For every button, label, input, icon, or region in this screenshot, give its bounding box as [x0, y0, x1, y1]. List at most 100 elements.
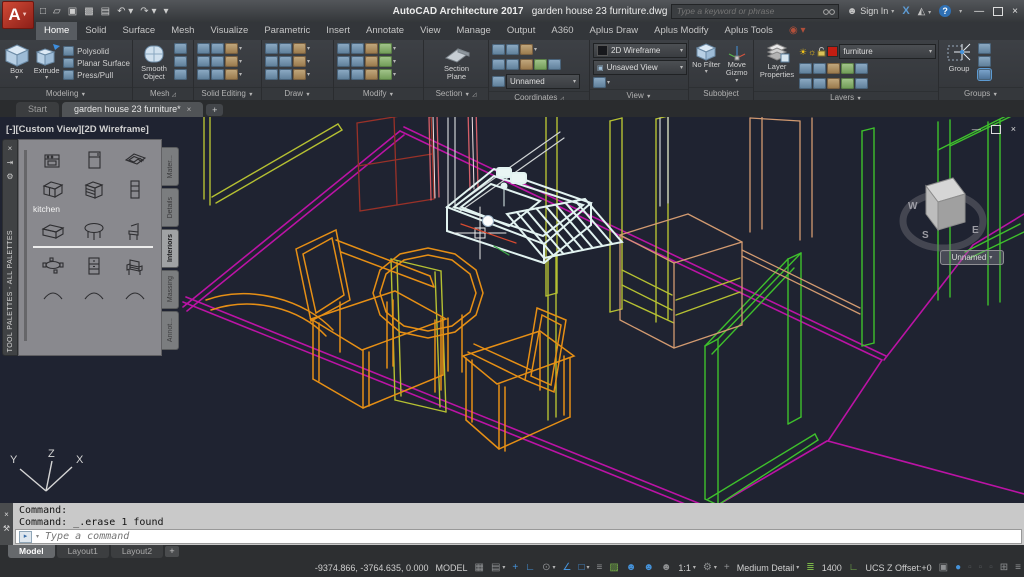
modify-tools-grid[interactable]: ▾ ▾ ▾: [337, 42, 396, 81]
save-icon[interactable]: ▣: [68, 6, 77, 17]
tool-icon[interactable]: [855, 63, 868, 74]
tool-icon[interactable]: [351, 56, 364, 67]
ribbon-tab-menu-icon[interactable]: ◉ ▾: [789, 22, 806, 40]
tool-icon[interactable]: [855, 78, 868, 89]
viewcube-cube[interactable]: [925, 177, 966, 232]
ribbon-tab-aplus-draw[interactable]: Aplus Draw: [582, 22, 647, 40]
coordinates-tools-row2[interactable]: [492, 58, 580, 71]
grid-display-icon[interactable]: ▦: [475, 562, 484, 574]
new-layout-button[interactable]: +: [165, 546, 180, 557]
ribbon-tab-mesh[interactable]: Mesh: [163, 22, 202, 40]
viewport-visual-style-control[interactable]: [2D Wireframe]: [81, 124, 149, 135]
ribbon-tab-surface[interactable]: Surface: [114, 22, 163, 40]
ribbon-tab-home[interactable]: Home: [36, 22, 78, 40]
tool-icon[interactable]: [492, 44, 505, 55]
isometric-drafting-icon[interactable]: ∠: [562, 562, 571, 574]
tool-icon[interactable]: [799, 78, 812, 89]
viewcube-south-label[interactable]: S: [922, 230, 929, 241]
tool-icon[interactable]: [379, 69, 392, 80]
arc-shape[interactable]: [205, 293, 334, 337]
tool-icon[interactable]: [365, 43, 378, 54]
layer-stack-icon[interactable]: ≣: [806, 562, 814, 574]
disabled-icon-2[interactable]: ▫: [979, 562, 983, 574]
ucs-offset-readout[interactable]: UCS Z Offset:+0: [866, 563, 932, 573]
file-tab-drawing[interactable]: garden house 23 furniture* ×: [62, 102, 204, 117]
draw-tools-grid[interactable]: ▾ ▾ ▾: [265, 42, 310, 81]
tool-icon[interactable]: [337, 43, 350, 54]
tool-icon[interactable]: [351, 43, 364, 54]
command-input[interactable]: [43, 530, 1021, 543]
ribbon-tab-annotate[interactable]: Annotate: [358, 22, 412, 40]
panel-label-layers[interactable]: Layers ▼: [754, 91, 938, 100]
palette-item-base-cabinet[interactable]: [35, 175, 71, 202]
tool-icon[interactable]: [978, 43, 991, 54]
tool-icon[interactable]: [799, 63, 812, 74]
palette-item-drawer-unit[interactable]: [76, 175, 112, 202]
panel-label-solid-editing[interactable]: Solid Editing ▼: [194, 87, 261, 100]
layer-tools-row1[interactable]: [799, 62, 936, 75]
coordinates-tools-row1[interactable]: ▾: [492, 43, 580, 56]
workspace-switching-icon[interactable]: ⚙ ▾: [703, 562, 717, 574]
tool-icon[interactable]: [293, 43, 306, 54]
ribbon-tab-view[interactable]: View: [412, 22, 448, 40]
lineweight-icon[interactable]: ≡: [597, 562, 603, 574]
extrude-button[interactable]: Extrude ▾: [32, 42, 61, 82]
layer-dropdown[interactable]: furniture ▾: [839, 44, 936, 59]
viewcube-east-label[interactable]: E: [972, 225, 979, 236]
tool-icon[interactable]: [520, 59, 533, 70]
planar-surface-button[interactable]: Planar Surface: [63, 58, 130, 68]
polysolid-button[interactable]: Polysolid: [63, 46, 130, 56]
palette-item-arc[interactable]: [117, 281, 153, 308]
new-drawing-tab-button[interactable]: +: [206, 104, 224, 116]
tool-icon[interactable]: [379, 56, 392, 67]
tool-icon[interactable]: [293, 69, 306, 80]
command-recent-icon[interactable]: ▸: [19, 530, 32, 543]
palette-item-file-cabinet[interactable]: [76, 252, 112, 279]
panel-label-section[interactable]: Section ▼ ◿: [424, 87, 488, 100]
tool-icon[interactable]: [841, 78, 854, 89]
tool-icon[interactable]: [211, 69, 224, 80]
viewport-restore-button[interactable]: [990, 124, 1001, 134]
polar-tracking-icon[interactable]: ⊙ ▾: [542, 562, 555, 574]
ribbon-tab-output[interactable]: Output: [499, 22, 544, 40]
smooth-object-button[interactable]: Smooth Object: [136, 42, 172, 82]
viewport-minimize-button[interactable]: —: [972, 124, 981, 134]
dynamic-input-icon[interactable]: +: [512, 562, 518, 574]
file-tab-close-icon[interactable]: ×: [187, 102, 192, 117]
plot-icon[interactable]: ▤: [101, 6, 110, 17]
palette-item-range[interactable]: [35, 146, 71, 173]
help-icon[interactable]: ?: [939, 5, 952, 17]
panel-label-mesh[interactable]: Mesh ◿: [133, 87, 193, 100]
command-customize-icon[interactable]: ⚒: [3, 524, 10, 533]
tool-icon[interactable]: [265, 69, 278, 80]
ortho-mode-icon[interactable]: ∟: [525, 562, 535, 574]
search-input[interactable]: [674, 5, 823, 17]
viewport-config-icon[interactable]: [593, 77, 606, 88]
coordinates-readout[interactable]: -9374.866, -3764.635, 0.000: [315, 563, 429, 573]
layout-tab-model[interactable]: Model: [8, 545, 55, 558]
undo-icon[interactable]: ↶ ▾: [117, 6, 133, 17]
application-menu-button[interactable]: A ▼: [2, 1, 34, 29]
viewcube-view-name-button[interactable]: Unnamed ▾: [940, 250, 1004, 265]
no-filter-button[interactable]: No Filter ▾: [692, 42, 721, 76]
layer-lock-icon[interactable]: [817, 46, 826, 57]
ribbon-tab-parametric[interactable]: Parametric: [256, 22, 318, 40]
drawing-canvas[interactable]: [-] [Custom View] [2D Wireframe] — × × ⇥…: [0, 117, 1024, 503]
tool-icon[interactable]: [174, 43, 187, 54]
palette-tab-annot[interactable]: Annot...: [162, 311, 179, 350]
tool-icon[interactable]: [379, 43, 392, 54]
tool-icon[interactable]: [197, 43, 210, 54]
palette-tab-massing[interactable]: Massing: [162, 270, 179, 309]
binoculars-icon[interactable]: [822, 7, 835, 16]
open-icon[interactable]: ▱: [53, 6, 61, 17]
viewport-view-control[interactable]: [Custom View]: [16, 124, 82, 135]
tool-icon[interactable]: [506, 44, 519, 55]
tool-icon[interactable]: [827, 63, 840, 74]
tool-icon[interactable]: [174, 69, 187, 80]
tool-icon[interactable]: [506, 59, 519, 70]
customize-icon[interactable]: ≡: [1015, 562, 1021, 574]
panel-label-modify[interactable]: Modify ▼: [334, 87, 423, 100]
exchange-apps-icon[interactable]: X: [902, 5, 909, 17]
redo-icon[interactable]: ↷ ▾: [140, 6, 156, 17]
scale-list-value[interactable]: 1400: [822, 563, 842, 573]
